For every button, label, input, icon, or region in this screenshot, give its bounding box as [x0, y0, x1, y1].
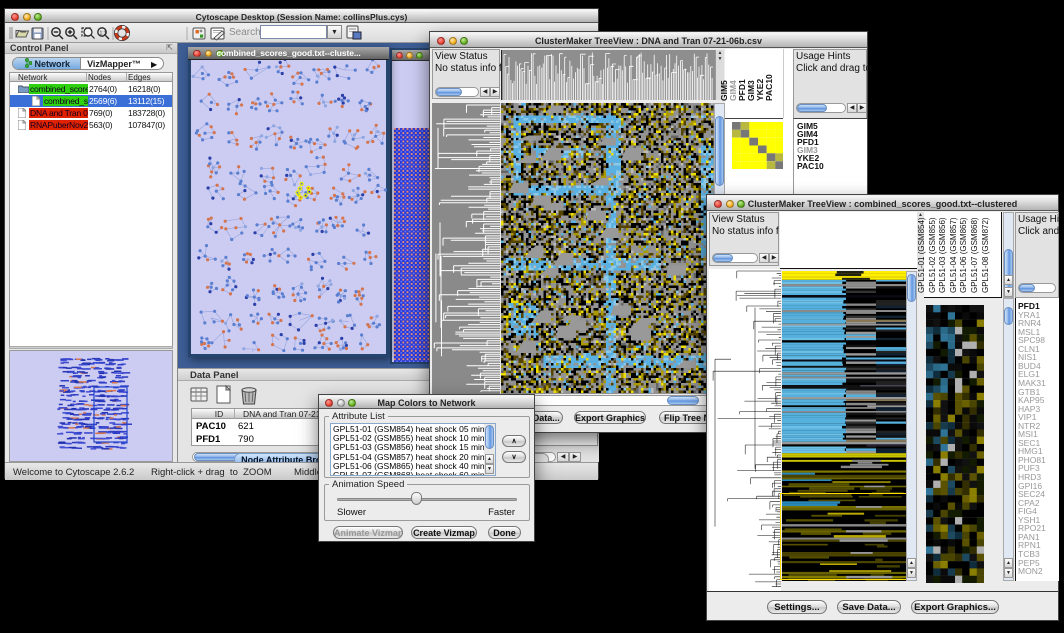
svg-text:1:1: 1:1: [100, 31, 107, 37]
